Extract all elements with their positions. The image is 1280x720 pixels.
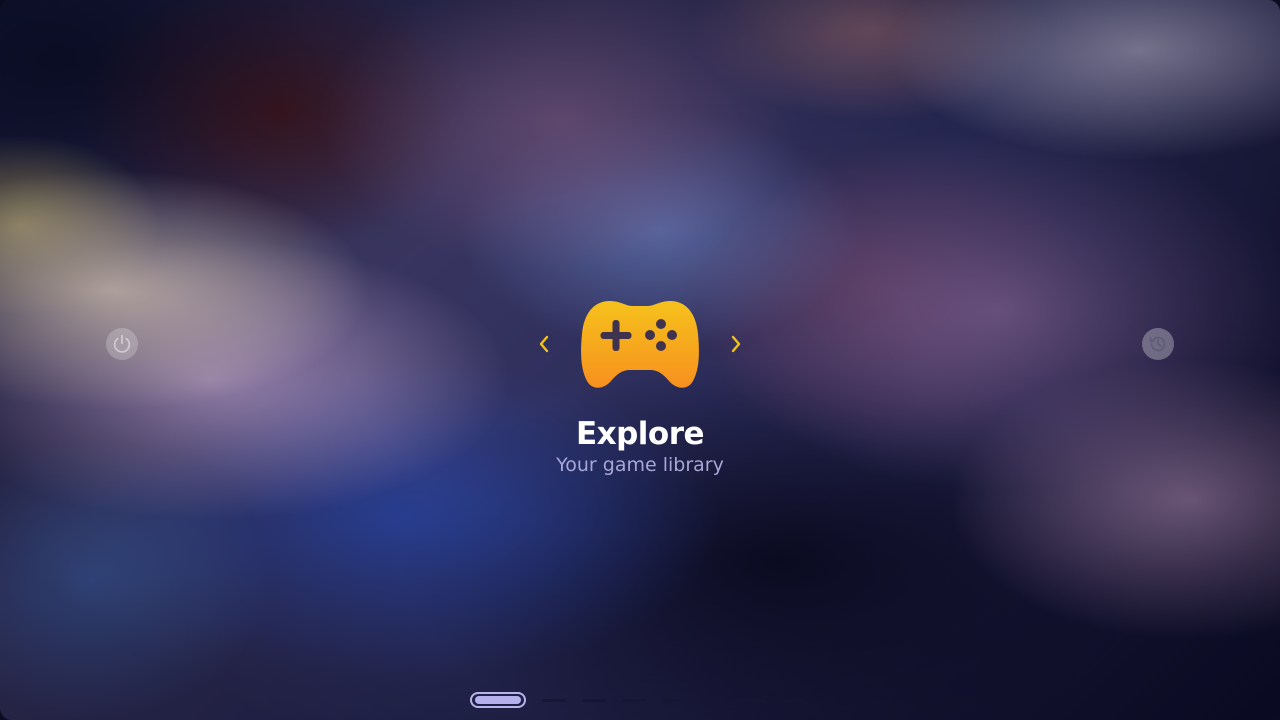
next-arrow[interactable] xyxy=(724,332,748,356)
menu-subtitle: Your game library xyxy=(556,454,724,476)
menu-title: Explore xyxy=(575,416,705,452)
previous-arrow[interactable] xyxy=(532,332,556,356)
history-icon xyxy=(1149,336,1166,352)
page-dot[interactable] xyxy=(702,698,726,702)
page-dot[interactable] xyxy=(622,698,646,702)
gamepad-icon[interactable] xyxy=(578,296,702,392)
launcher-screen: Explore Your game library xyxy=(0,0,1280,720)
history-button[interactable] xyxy=(1142,328,1174,360)
page-dot[interactable] xyxy=(582,698,606,702)
power-icon xyxy=(113,334,131,353)
page-indicator xyxy=(470,690,806,710)
page-dot[interactable] xyxy=(662,698,686,702)
chevron-left-icon xyxy=(539,335,549,353)
page-dot[interactable] xyxy=(782,698,806,702)
page-dot[interactable] xyxy=(742,698,766,702)
page-dot-active[interactable] xyxy=(470,692,526,708)
power-button[interactable] xyxy=(106,328,138,360)
page-dot[interactable] xyxy=(542,698,566,702)
chevron-right-icon xyxy=(731,335,741,353)
